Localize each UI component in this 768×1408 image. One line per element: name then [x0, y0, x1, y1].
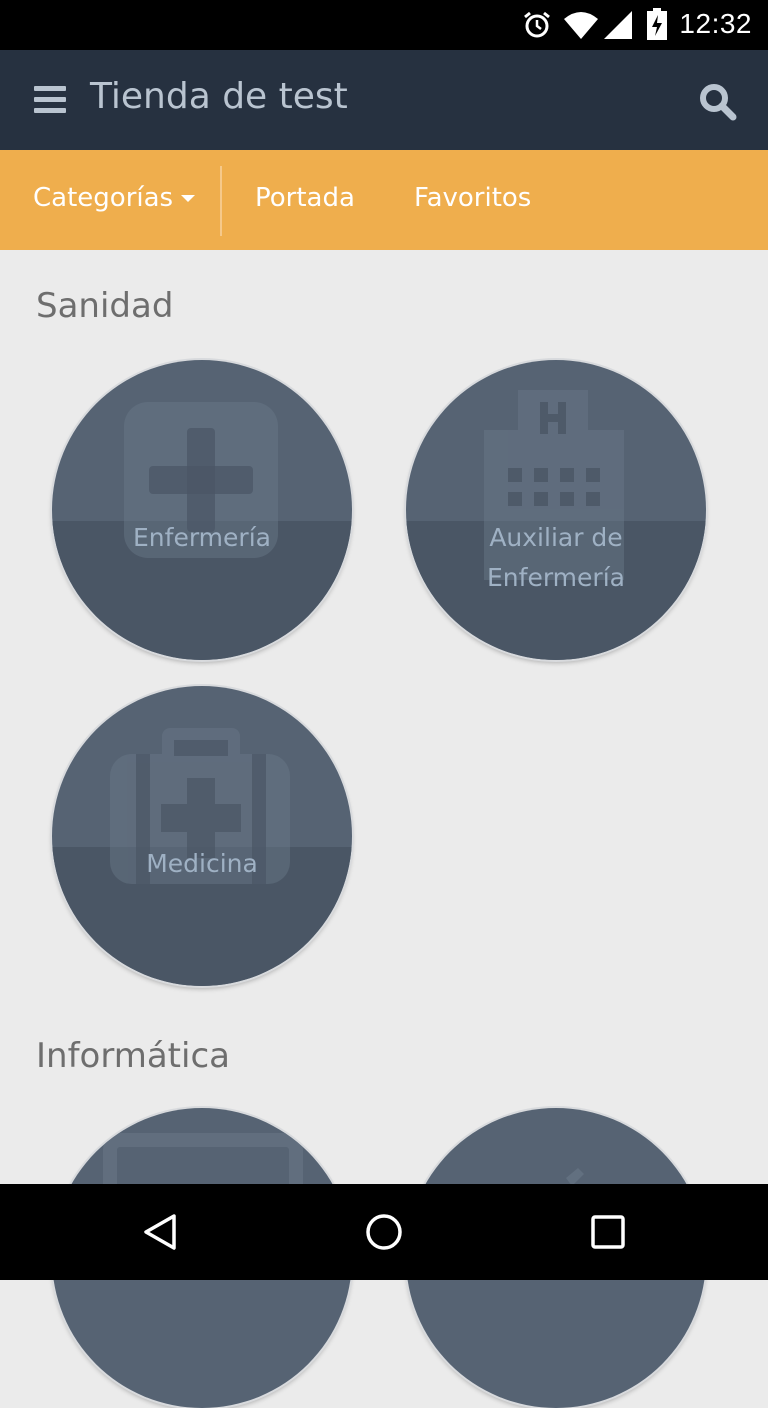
app-title: Tienda de test [90, 76, 348, 117]
category-enfermeria[interactable]: Enfermería [52, 360, 352, 660]
section-title: Sanidad [36, 286, 174, 326]
categories-label: Categorías [33, 183, 174, 213]
wifi-icon [564, 12, 598, 39]
category-label-line1: Auxiliar de [489, 523, 623, 552]
category-label-line2: Enfermería [487, 563, 625, 592]
hamburger-menu-icon[interactable] [34, 86, 66, 114]
category-label: Enfermería [133, 523, 271, 552]
category-auxiliar-enfermeria[interactable]: Auxiliar de Enfermería [406, 360, 706, 660]
categories-dropdown[interactable]: Categorías [33, 183, 196, 213]
section-title: Informática [36, 1036, 230, 1076]
category-nav-bar: Categorías Portada Favoritos [0, 150, 768, 250]
clock: 12:32 [679, 8, 752, 39]
status-bar: 12:32 [0, 0, 768, 50]
category-medicina[interactable]: Medicina [52, 686, 352, 986]
back-icon[interactable] [140, 1212, 180, 1252]
category-label: Medicina [146, 849, 258, 878]
medical-kit-icon [110, 728, 290, 884]
system-navigation-bar [0, 1184, 768, 1280]
signal-icon [604, 11, 632, 39]
nav-favorites-link[interactable]: Favoritos [414, 183, 531, 213]
hospital-building-icon [484, 390, 624, 580]
search-icon[interactable] [698, 82, 738, 122]
recents-icon[interactable] [590, 1214, 626, 1250]
caret-down-icon [181, 195, 196, 202]
app-bar: Tienda de test [0, 50, 768, 150]
medical-cross-icon [124, 402, 278, 558]
home-icon[interactable] [364, 1212, 404, 1252]
battery-charging-icon [647, 8, 667, 40]
alarm-icon [524, 11, 550, 38]
nav-divider [220, 166, 222, 236]
nav-home-link[interactable]: Portada [255, 183, 355, 213]
